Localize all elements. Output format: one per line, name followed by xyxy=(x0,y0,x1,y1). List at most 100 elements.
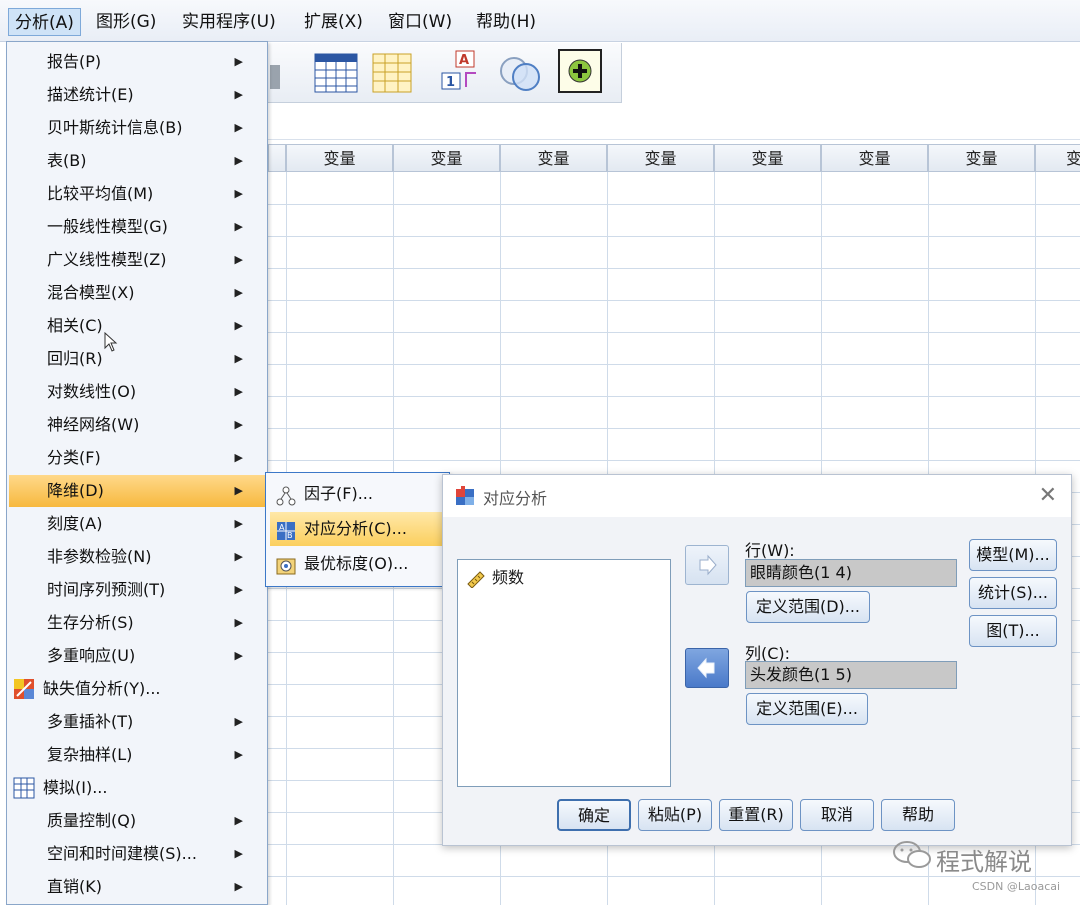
plots-button[interactable]: 图(T)... xyxy=(969,615,1057,647)
menu-item-multiple-imputation[interactable]: 多重插补(T) ▶ xyxy=(9,706,265,738)
grid-line xyxy=(268,460,1080,461)
row-variable-field[interactable]: 眼睛颜色(1 4) xyxy=(745,559,957,587)
column-header[interactable]: 变量 xyxy=(286,144,393,172)
svg-text:1: 1 xyxy=(446,75,455,90)
correspondence-icon: AB xyxy=(276,519,296,540)
column-header[interactable]: 变量 xyxy=(607,144,714,172)
menu-item-label: 混合模型(X) xyxy=(47,283,135,302)
variable-label: 频数 xyxy=(492,568,525,587)
column-header[interactable]: 变量 xyxy=(393,144,500,172)
mouse-cursor-icon xyxy=(104,331,118,356)
column-header[interactable] xyxy=(268,144,286,172)
menu-item-neural-networks[interactable]: 神经网络(W) ▶ xyxy=(9,409,265,441)
menu-item-survival[interactable]: 生存分析(S) ▶ xyxy=(9,607,265,639)
submenu-arrow-icon: ▶ xyxy=(234,649,243,662)
submenu-arrow-icon: ▶ xyxy=(234,451,243,464)
menu-graphs[interactable]: 图形(G) xyxy=(90,8,162,36)
grid-line xyxy=(268,332,1080,333)
submenu-arrow-icon: ▶ xyxy=(234,814,243,827)
menu-item-regression[interactable]: 回归(R) ▶ xyxy=(9,343,265,375)
menu-item-direct-marketing[interactable]: 直销(K) ▶ xyxy=(9,871,265,903)
missing-value-icon xyxy=(13,678,35,700)
menu-item-dimension-reduction[interactable]: 降维(D) ▶ xyxy=(9,475,265,507)
menu-item-label: 表(B) xyxy=(47,151,87,170)
menu-item-multiple-response[interactable]: 多重响应(U) ▶ xyxy=(9,640,265,672)
column-variable-field[interactable]: 头发颜色(1 5) xyxy=(745,661,957,689)
menu-item-label: 非参数检验(N) xyxy=(47,547,152,566)
menu-item-classify[interactable]: 分类(F) ▶ xyxy=(9,442,265,474)
data-table-icon[interactable] xyxy=(314,53,358,97)
toolbar: A1 xyxy=(268,43,622,103)
row-define-range-button[interactable]: 定义范围(D)... xyxy=(746,591,870,623)
sets-icon[interactable] xyxy=(498,53,544,97)
add-icon[interactable] xyxy=(558,49,602,97)
menu-item-descriptives[interactable]: 描述统计(E) ▶ xyxy=(9,79,265,111)
menu-extensions[interactable]: 扩展(X) xyxy=(298,8,369,36)
dialog-titlebar: 对应分析 ✕ xyxy=(443,475,1071,517)
menu-item-label: 时间序列预测(T) xyxy=(47,580,166,599)
column-header[interactable]: 变量 xyxy=(500,144,607,172)
reset-button[interactable]: 重置(R) xyxy=(719,799,793,831)
menu-item-correlate[interactable]: 相关(C) ▶ xyxy=(9,310,265,342)
submenu-arrow-icon: ▶ xyxy=(234,517,243,530)
column-header[interactable]: 变量 xyxy=(928,144,1035,172)
grid-line xyxy=(268,428,1080,429)
correspondence-analysis-dialog: 对应分析 ✕ 频数 行(W): 眼睛颜色(1 4) 定义范围(D)... 列(C… xyxy=(442,474,1072,846)
menu-item-label: 质量控制(Q) xyxy=(47,811,137,830)
menu-window[interactable]: 窗口(W) xyxy=(382,8,458,36)
watermark-brand: 程式解说 xyxy=(936,848,1032,876)
column-define-range-button[interactable]: 定义范围(E)... xyxy=(746,693,868,725)
column-header[interactable]: 变量 xyxy=(714,144,821,172)
menu-item-loglinear[interactable]: 对数线性(O) ▶ xyxy=(9,376,265,408)
column-header[interactable]: 变 xyxy=(1035,144,1080,172)
menu-item-simulation[interactable]: 模拟(I)... xyxy=(9,772,265,804)
close-icon[interactable]: ✕ xyxy=(1039,483,1057,508)
menu-item-label: 一般线性模型(G) xyxy=(47,217,168,236)
submenu-item-optimal-scaling[interactable]: 最优标度(O)... xyxy=(270,547,446,581)
menu-help[interactable]: 帮助(H) xyxy=(470,8,542,36)
statistics-button[interactable]: 统计(S)... xyxy=(969,577,1057,609)
submenu-arrow-icon: ▶ xyxy=(234,847,243,860)
menu-item-compare-means[interactable]: 比较平均值(M) ▶ xyxy=(9,178,265,210)
variable-table-icon[interactable] xyxy=(372,53,412,97)
menu-item-scale[interactable]: 刻度(A) ▶ xyxy=(9,508,265,540)
move-to-row-button[interactable] xyxy=(685,545,729,585)
menu-item-quality-control[interactable]: 质量控制(Q) ▶ xyxy=(9,805,265,837)
cancel-button[interactable]: 取消 xyxy=(800,799,874,831)
menu-analyze[interactable]: 分析(A) xyxy=(8,8,81,36)
dimension-reduction-submenu: 因子(F)... AB 对应分析(C)... 最优标度(O)... xyxy=(265,472,450,587)
submenu-item-correspondence[interactable]: AB 对应分析(C)... xyxy=(270,512,446,546)
column-header[interactable]: 变量 xyxy=(821,144,928,172)
menu-item-mixed-models[interactable]: 混合模型(X) ▶ xyxy=(9,277,265,309)
menu-item-bayesian[interactable]: 贝叶斯统计信息(B) ▶ xyxy=(9,112,265,144)
menu-item-label: 相关(C) xyxy=(47,316,103,335)
menu-item-generalized-linear[interactable]: 广义线性模型(Z) ▶ xyxy=(9,244,265,276)
source-variable-list[interactable]: 频数 xyxy=(457,559,671,787)
watermark-credit: CSDN @Laoacai xyxy=(972,880,1061,893)
submenu-arrow-icon: ▶ xyxy=(234,880,243,893)
grid-line xyxy=(268,300,1080,301)
paste-button[interactable]: 粘贴(P) xyxy=(638,799,712,831)
menu-utilities[interactable]: 实用程序(U) xyxy=(176,8,282,36)
menu-item-tables[interactable]: 表(B) ▶ xyxy=(9,145,265,177)
menu-item-complex-samples[interactable]: 复杂抽样(L) ▶ xyxy=(9,739,265,771)
model-button[interactable]: 模型(M)... xyxy=(969,539,1057,571)
ok-button[interactable]: 确定 xyxy=(557,799,631,831)
value-labels-icon[interactable]: A1 xyxy=(440,49,486,99)
menu-item-missing-value[interactable]: 缺失值分析(Y)... xyxy=(9,673,265,705)
grid-line xyxy=(268,268,1080,269)
menu-item-spatial-temporal[interactable]: 空间和时间建模(S)... ▶ xyxy=(9,838,265,870)
submenu-arrow-icon: ▶ xyxy=(234,88,243,101)
simulation-icon xyxy=(13,777,35,799)
submenu-item-factor[interactable]: 因子(F)... xyxy=(270,477,446,511)
menu-item-forecasting[interactable]: 时间序列预测(T) ▶ xyxy=(9,574,265,606)
menu-item-reports[interactable]: 报告(P) ▶ xyxy=(9,46,265,78)
person-icon[interactable] xyxy=(268,55,282,95)
submenu-arrow-icon: ▶ xyxy=(234,550,243,563)
menu-item-nonparametric[interactable]: 非参数检验(N) ▶ xyxy=(9,541,265,573)
help-button[interactable]: 帮助 xyxy=(881,799,955,831)
factor-icon xyxy=(276,484,296,506)
submenu-arrow-icon: ▶ xyxy=(234,220,243,233)
menu-item-glm[interactable]: 一般线性模型(G) ▶ xyxy=(9,211,265,243)
move-to-column-button[interactable] xyxy=(685,648,729,688)
